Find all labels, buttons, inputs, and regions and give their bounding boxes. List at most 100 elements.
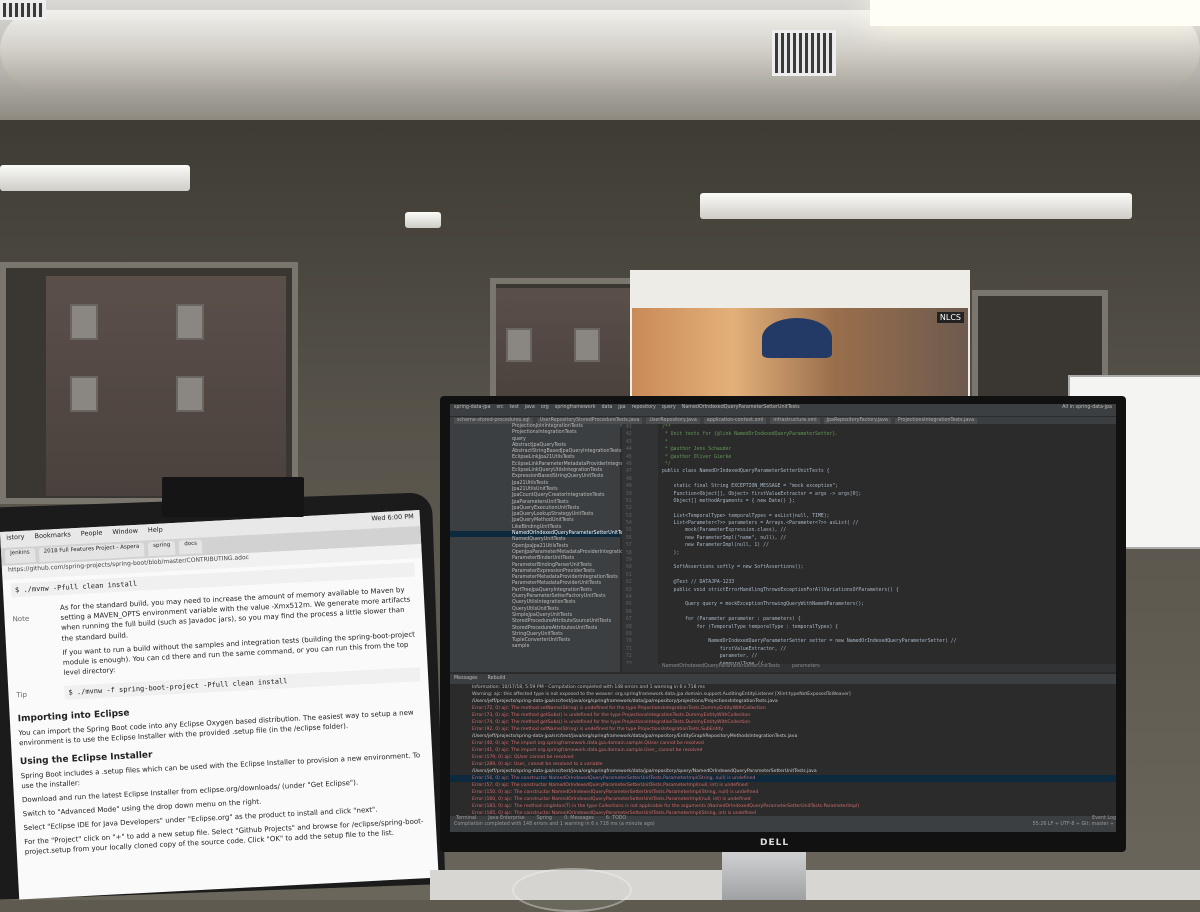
- ceiling-light: [870, 0, 1200, 26]
- code-line: new ParameterImpl(null, 1) //: [662, 543, 769, 549]
- status-right[interactable]: 55:26 LF ÷ UTF-8 ÷ Git: master ÷: [1033, 822, 1114, 827]
- code-line: NamedOrIndexedQueryParameterSetter sette…: [662, 639, 957, 645]
- ceiling-vent: [0, 0, 46, 20]
- message-line[interactable]: Warning: ajc: this affected type is not …: [450, 691, 1116, 698]
- tip-label: Tip: [16, 691, 28, 700]
- projected-video: NLCS: [632, 308, 968, 400]
- breadcrumb-item[interactable]: data: [601, 405, 612, 415]
- messages-panel: Messages Rebuild Information: 10/17/18, …: [450, 674, 1116, 832]
- breadcrumb-item[interactable]: springframework: [555, 405, 596, 415]
- menu-window[interactable]: Window: [112, 527, 138, 540]
- code-line: Object[] methodArguments = { new Date() …: [662, 498, 795, 504]
- footer-member[interactable]: parameters: [792, 664, 820, 672]
- code-line: public void strictErrorHandlingThrowsExc…: [662, 587, 899, 593]
- breadcrumb-item[interactable]: NamedOrIndexedQueryParameterSetterUnitTe…: [682, 405, 800, 415]
- breadcrumb-item[interactable]: test: [510, 405, 519, 415]
- message-line[interactable]: Error:(289, 0) ajc: User_ cannot be reso…: [450, 761, 1116, 768]
- browser-tab[interactable]: docs: [179, 539, 203, 555]
- menubar-clock: Wed 6:00 PM: [371, 512, 414, 523]
- message-line[interactable]: Error:(72, 0) ajc: The method setName(St…: [450, 705, 1116, 712]
- laptop-screen: istory Bookmarks People Window Help Wed …: [0, 510, 439, 900]
- breadcrumb-item[interactable]: query: [662, 405, 676, 415]
- code-line: new ParameterImpl("name", null), //: [662, 535, 787, 541]
- code-line: mock(ParameterExpression.class), //: [662, 528, 787, 534]
- footer-class[interactable]: NamedOrIndexedQueryParameterSetterUnitTe…: [662, 664, 780, 672]
- building-facade: [46, 276, 286, 496]
- code-line: );: [662, 550, 680, 556]
- message-line[interactable]: Error:(40, 0) ajc: The import org.spring…: [450, 740, 1116, 747]
- message-line[interactable]: Error:(41, 0) ajc: The import org.spring…: [450, 747, 1116, 754]
- code-line: * @author Oliver Gierke: [662, 454, 732, 460]
- note-label: Note: [12, 614, 30, 624]
- message-line[interactable]: /Users/jeff/projects/spring-data-jpa/src…: [450, 733, 1116, 740]
- menu-help[interactable]: Help: [148, 525, 163, 538]
- message-line[interactable]: Information: 10/17/18, 5:59 PM - Compila…: [450, 684, 1116, 691]
- wall-sensor: [405, 212, 441, 228]
- message-line[interactable]: Error:(179, 0) ajc: QUser cannot be reso…: [450, 754, 1116, 761]
- dell-logo: DELL: [760, 838, 790, 848]
- message-line[interactable]: /Users/jeff/projects/spring-data-jpa/src…: [450, 698, 1116, 705]
- code-line: /**: [662, 425, 671, 430]
- message-line[interactable]: Error:(56, 0) ajc: The constructor Named…: [450, 775, 1116, 782]
- status-message: Compilation completed with 148 errors an…: [454, 822, 655, 827]
- messages-title: Messages: [454, 676, 478, 681]
- message-line[interactable]: Error:(150, 0) ajc: The constructor Name…: [450, 789, 1116, 796]
- background-monitor: [162, 477, 304, 517]
- breadcrumb-item[interactable]: spring-data-jpa: [454, 405, 491, 415]
- breadcrumb-item[interactable]: org: [541, 405, 549, 415]
- messages-list: Information: 10/17/18, 5:59 PM - Compila…: [450, 684, 1116, 817]
- light-fixture: [700, 193, 1132, 219]
- ide-window: spring-data-jpa src test java org springframe…: [450, 404, 1116, 832]
- code-editor[interactable]: 41 42 43 44 45 46 47 48 49 50 51 52 53 54 55 56 57 58 59 60…: [622, 424, 1116, 672]
- tv-badge: NLCS: [936, 312, 964, 323]
- breadcrumb-item[interactable]: java: [525, 405, 535, 415]
- monitor-stand: [722, 852, 806, 900]
- message-line[interactable]: Error:(74, 0) ajc: The method getSubs() …: [450, 719, 1116, 726]
- menu-history[interactable]: istory: [6, 533, 25, 546]
- message-line[interactable]: /Users/jeff/projects/spring-data-jpa/src…: [450, 768, 1116, 775]
- office-window: [0, 262, 298, 504]
- message-line[interactable]: Error:(57, 0) ajc: The constructor Named…: [450, 782, 1116, 789]
- editor-footer: NamedOrIndexedQueryParameterSetterUnitTe…: [622, 664, 1116, 672]
- code-line: SoftAssertions softly = new SoftAssertio…: [662, 565, 804, 571]
- building-window: [70, 376, 98, 412]
- code-line: List<Parameter<?>> parameters = Arrays.<…: [662, 521, 859, 527]
- code-line: parameter, //: [662, 654, 758, 660]
- code-line: @Test // DATAJPA-1233: [662, 580, 735, 586]
- browser-tab[interactable]: spring: [148, 540, 176, 557]
- building-window: [574, 328, 600, 362]
- building-window: [70, 304, 98, 340]
- browser-tab[interactable]: Jenkins: [4, 548, 36, 564]
- menu-bookmarks[interactable]: Bookmarks: [34, 530, 71, 544]
- baseball-cap: [762, 318, 832, 358]
- code-line: firstValueExtractor, //: [662, 646, 787, 652]
- building-facade: [496, 288, 636, 404]
- message-line[interactable]: Error:(73, 0) ajc: The method getSubs() …: [450, 712, 1116, 719]
- code-line: Function<Object[], Object> firstValueExt…: [662, 491, 862, 497]
- breadcrumb-item[interactable]: repository: [632, 405, 656, 415]
- menu-people[interactable]: People: [81, 529, 103, 542]
- message-line[interactable]: Error:(183, 0) ajc: The method singleton…: [450, 803, 1116, 810]
- messages-tab-rebuild[interactable]: Rebuild: [488, 676, 506, 684]
- project-tree: ProjectionJoinIntegrationTests Projection…: [450, 424, 644, 672]
- breadcrumb-item[interactable]: src: [497, 405, 504, 415]
- breadcrumb-item[interactable]: jpa: [618, 405, 625, 415]
- building-window: [506, 328, 532, 362]
- run-configuration[interactable]: All in spring-data-jpa: [1062, 405, 1112, 415]
- message-line[interactable]: Error:(160, 0) ajc: The constructor Name…: [450, 796, 1116, 803]
- code-line: Query query = mockExceptionThrowingQuery…: [662, 602, 865, 608]
- drinking-glass: [512, 868, 632, 912]
- code-lines: /** * Unit tests for {@link NamedOrIndex…: [622, 424, 1116, 668]
- building-window: [176, 304, 204, 340]
- ceiling-vent: [772, 30, 836, 76]
- message-line[interactable]: Error:(92, 0) ajc: The method setName(St…: [450, 726, 1116, 733]
- code-line: for (TemporalType temporalType : tempora…: [662, 624, 839, 630]
- light-fixture: [0, 165, 190, 191]
- tree-item[interactable]: sample: [450, 644, 620, 650]
